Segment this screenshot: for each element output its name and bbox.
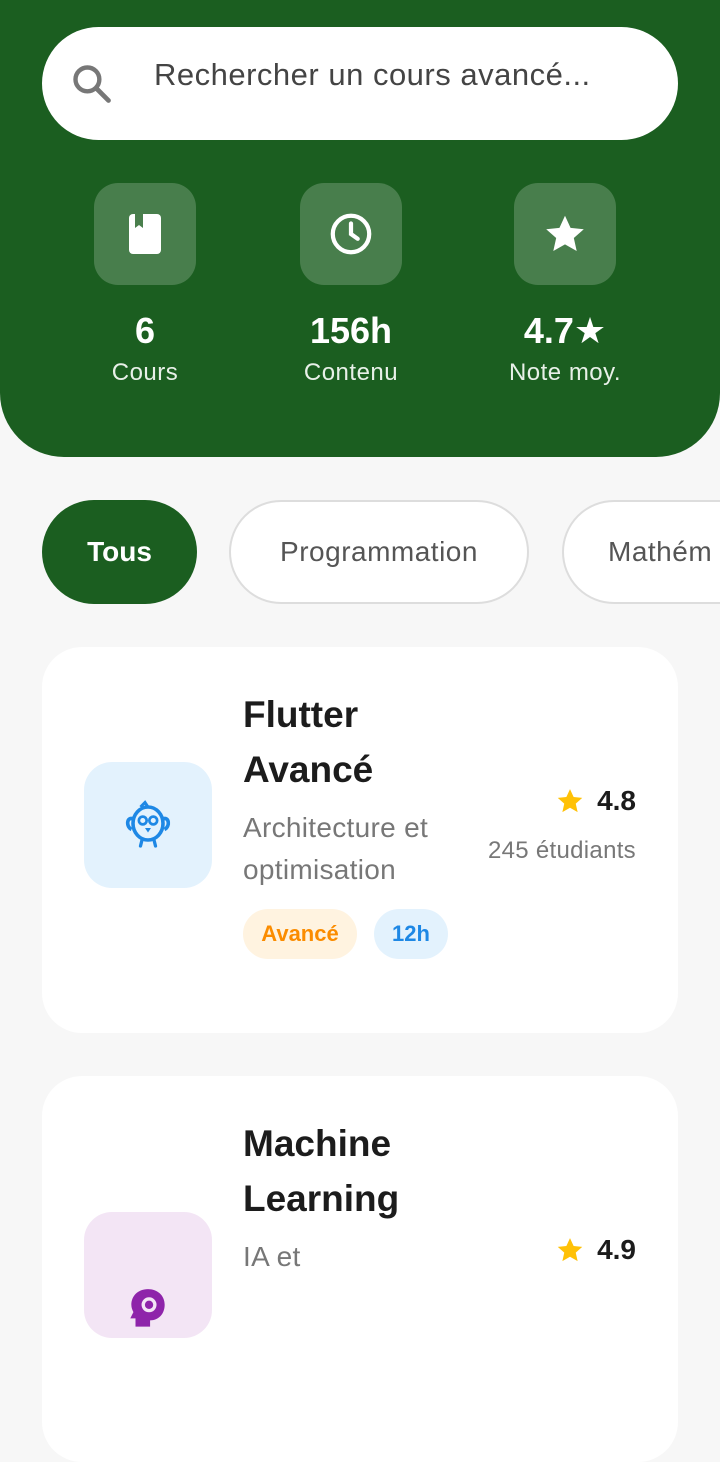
stat-courses-label: Cours [111,359,179,386]
course-rating: 4.9 [555,1234,636,1266]
filter-chip-programmation[interactable]: Programmation [229,500,529,604]
course-title: Flutter Avancé [243,694,374,790]
course-title: Machine Learning [243,1123,400,1219]
filter-chip-tous[interactable]: Tous [42,500,197,604]
course-thumbnail [84,762,212,888]
course-rating: 4.8 [555,785,636,817]
stat-rating-box [514,183,616,285]
clock-icon [330,213,372,255]
star-icon [546,215,584,252]
course-description: Architecture et optimisation [243,812,429,885]
stat-content-value: 156h [309,310,393,351]
stat-courses: 6 Cours [45,183,245,387]
search-icon [73,65,111,103]
filter-chip-mathematiques[interactable]: Mathém [562,500,720,604]
stat-rating: 4.7★ Note moy. [465,183,665,387]
book-icon [129,214,161,254]
stat-content: 156h Contenu [251,183,451,387]
stat-courses-value: 6 [134,310,156,351]
students-count: 245 étudiants [487,837,636,864]
stat-rating-label: Note moy. [508,359,622,386]
category-filters: Tous Programmation Mathém [0,500,720,606]
search-bar[interactable] [42,27,678,140]
level-badge: Avancé [243,909,357,959]
duration-badge: 12h [374,909,448,959]
course-card-machine-learning[interactable]: Machine Learning IA et 4.9 [42,1076,678,1462]
stat-rating-value: 4.7★ [523,310,607,351]
course-card-flutter[interactable]: Flutter Avancé Architecture et optimisat… [42,647,678,1033]
rating-value: 4.8 [597,785,636,816]
stat-content-box [300,183,402,285]
course-description: IA et [243,1241,301,1272]
rating-value: 4.9 [597,1234,636,1265]
search-input[interactable] [154,57,654,93]
star-icon [557,789,583,813]
psychology-icon [130,1289,165,1327]
flutter-bird-icon [125,800,171,848]
stat-courses-box [94,183,196,285]
header-banner: 6 Cours 156h Contenu 4.7★ Note moy. [0,0,720,457]
stat-content-label: Contenu [303,359,399,386]
course-thumbnail [84,1212,212,1338]
star-icon [557,1238,583,1262]
